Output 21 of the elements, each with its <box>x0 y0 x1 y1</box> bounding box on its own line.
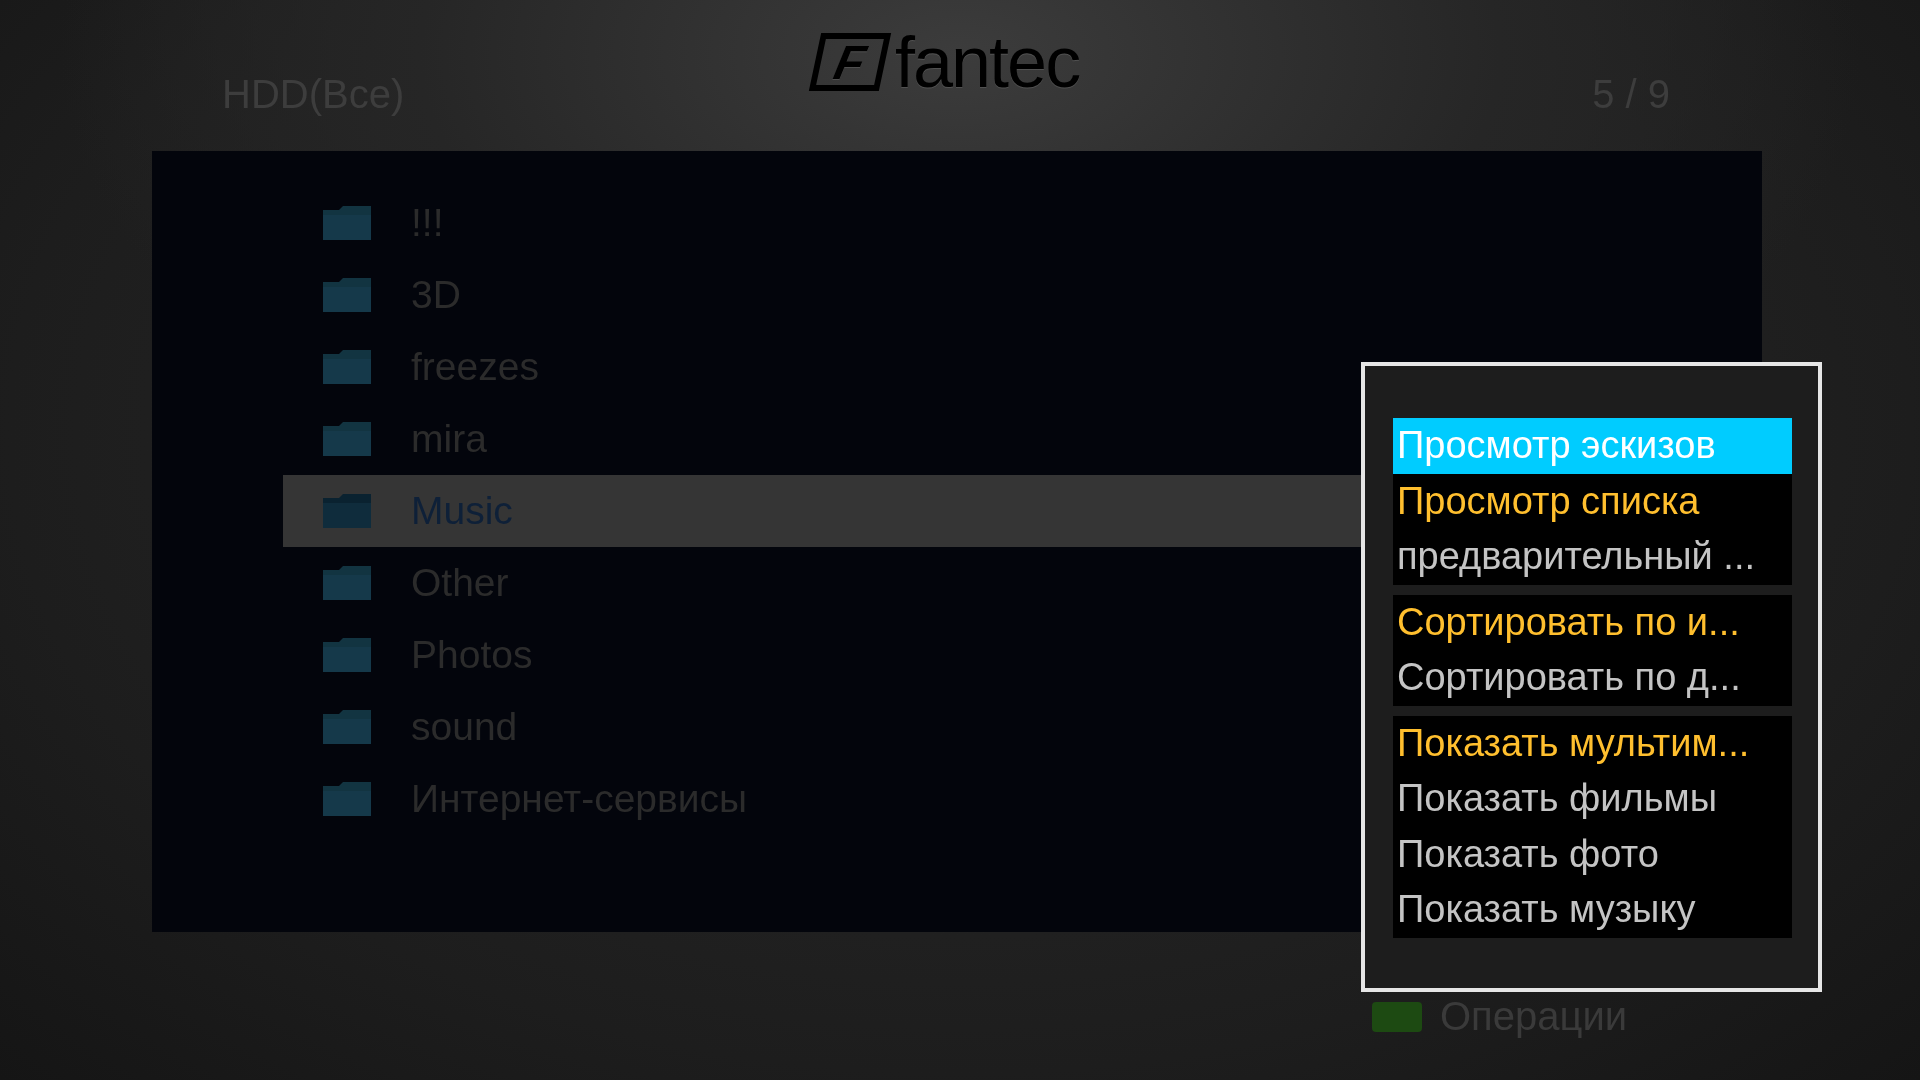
folder-icon <box>323 710 371 744</box>
logo-name: fantec <box>895 26 1080 98</box>
folder-name: !!! <box>411 201 444 245</box>
folder-icon <box>323 638 371 672</box>
folder-icon <box>323 782 371 816</box>
folder-icon <box>323 566 371 600</box>
folder-icon <box>323 278 371 312</box>
menu-item[interactable]: Показать фото <box>1393 826 1792 882</box>
folder-icon <box>323 422 371 456</box>
folder-row[interactable]: !!! <box>283 187 1762 259</box>
menu-item[interactable]: Просмотр эскизов <box>1393 418 1792 474</box>
folder-icon <box>323 494 371 528</box>
menu-item[interactable]: Показать мультим... <box>1393 715 1792 771</box>
button-hint-icon <box>1372 1001 1422 1032</box>
folder-icon <box>323 350 371 384</box>
folder-icon <box>323 206 371 240</box>
menu-item[interactable]: Показать музыку <box>1393 882 1792 938</box>
menu-item[interactable]: Показать фильмы <box>1393 771 1792 827</box>
menu-item[interactable]: Сортировать по д... <box>1393 650 1792 706</box>
menu-item[interactable]: Сортировать по и... <box>1393 594 1792 650</box>
logo-mark: F <box>808 33 892 91</box>
